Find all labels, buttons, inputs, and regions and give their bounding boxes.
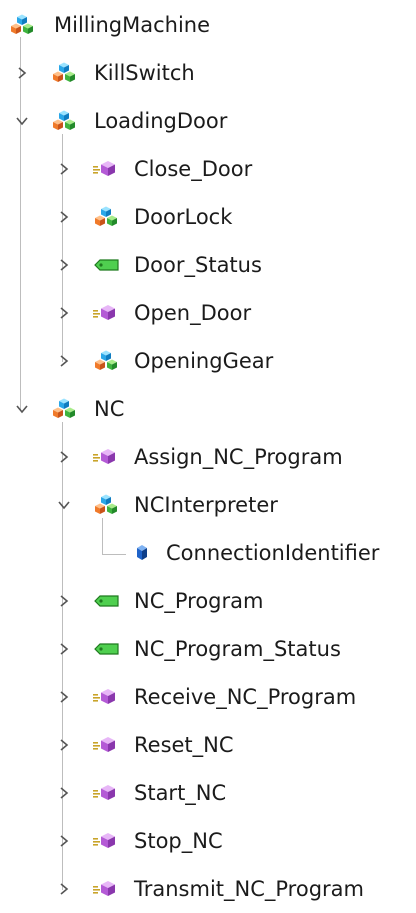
- tree-item-label: Start_NC: [134, 781, 227, 805]
- chevron-right-icon[interactable]: [56, 785, 72, 801]
- method-icon: [92, 827, 120, 855]
- method-icon: [92, 875, 120, 903]
- object-icon: [50, 107, 78, 135]
- tree-item-receive-nc-program[interactable]: Receive_NC_Program: [0, 673, 416, 721]
- tree-item-doorlock[interactable]: DoorLock: [0, 193, 416, 241]
- tree-item-nc[interactable]: NC: [0, 385, 416, 433]
- tree-item-start-nc[interactable]: Start_NC: [0, 769, 416, 817]
- tree-item-label: NC_Program: [134, 589, 264, 613]
- tree-item-millingmachine[interactable]: MillingMachine: [0, 1, 416, 49]
- tree-item-label: Close_Door: [134, 157, 253, 181]
- tree-item-label: Reset_NC: [134, 733, 234, 757]
- tree-item-transmit-nc-program[interactable]: Transmit_NC_Program: [0, 865, 416, 913]
- method-icon: [92, 155, 120, 183]
- chevron-right-icon[interactable]: [56, 209, 72, 225]
- tree-item-openinggear[interactable]: OpeningGear: [0, 337, 416, 385]
- object-icon: [92, 203, 120, 231]
- tree-item-close-door[interactable]: Close_Door: [0, 145, 416, 193]
- method-icon: [92, 779, 120, 807]
- object-icon: [92, 491, 120, 519]
- tree-item-label: Transmit_NC_Program: [134, 877, 364, 901]
- tree-item-killswitch[interactable]: KillSwitch: [0, 49, 416, 97]
- tree-item-label: Assign_NC_Program: [134, 445, 343, 469]
- chevron-right-icon[interactable]: [56, 737, 72, 753]
- chevron-right-icon[interactable]: [56, 689, 72, 705]
- variable-icon: [92, 251, 120, 279]
- chevron-right-icon[interactable]: [56, 305, 72, 321]
- chevron-down-icon[interactable]: [14, 401, 30, 417]
- chevron-right-icon[interactable]: [56, 881, 72, 897]
- tree-item-label: MillingMachine: [54, 13, 211, 37]
- variable-icon: [92, 587, 120, 615]
- tree-item-ncinterpreter[interactable]: NCInterpreter: [0, 481, 416, 529]
- tree-item-door-status[interactable]: Door_Status: [0, 241, 416, 289]
- tree-item-label: Door_Status: [134, 253, 262, 277]
- tree-item-label: OpeningGear: [134, 349, 274, 373]
- tree-item-label: LoadingDoor: [94, 109, 228, 133]
- chevron-down-icon[interactable]: [14, 113, 30, 129]
- chevron-right-icon[interactable]: [14, 65, 30, 81]
- object-icon: [92, 347, 120, 375]
- tree-item-label: ConnectionIdentifier: [166, 541, 380, 565]
- tree-item-label: KillSwitch: [94, 61, 195, 85]
- tree-item-loadingdoor[interactable]: LoadingDoor: [0, 97, 416, 145]
- tree-item-reset-nc[interactable]: Reset_NC: [0, 721, 416, 769]
- tree-item-label: NCInterpreter: [134, 493, 278, 517]
- tree-item-nc-program-status[interactable]: NC_Program_Status: [0, 625, 416, 673]
- tree-item-label: DoorLock: [134, 205, 233, 229]
- chevron-right-icon[interactable]: [56, 353, 72, 369]
- method-icon: [92, 443, 120, 471]
- chevron-right-icon[interactable]: [56, 161, 72, 177]
- tree-item-assign-nc-program[interactable]: Assign_NC_Program: [0, 433, 416, 481]
- tree-item-label: Stop_NC: [134, 829, 223, 853]
- object-tree: MillingMachine KillSwitch LoadingDoor Cl…: [0, 0, 416, 912]
- tree-item-label: Receive_NC_Program: [134, 685, 357, 709]
- chevron-right-icon[interactable]: [56, 257, 72, 273]
- tree-item-connectionidentifier[interactable]: ConnectionIdentifier: [0, 529, 416, 577]
- chevron-right-icon[interactable]: [56, 641, 72, 657]
- chevron-down-icon[interactable]: [56, 497, 72, 513]
- tree-item-nc-program[interactable]: NC_Program: [0, 577, 416, 625]
- tree-item-open-door[interactable]: Open_Door: [0, 289, 416, 337]
- method-icon: [92, 683, 120, 711]
- object-icon: [8, 11, 36, 39]
- chevron-right-icon[interactable]: [56, 593, 72, 609]
- tree-item-label: Open_Door: [134, 301, 252, 325]
- tree-item-stop-nc[interactable]: Stop_NC: [0, 817, 416, 865]
- tree-item-label: NC_Program_Status: [134, 637, 341, 661]
- method-icon: [92, 731, 120, 759]
- chevron-right-icon[interactable]: [56, 833, 72, 849]
- object-icon: [50, 59, 78, 87]
- property-icon: [128, 539, 156, 567]
- object-icon: [50, 395, 78, 423]
- method-icon: [92, 299, 120, 327]
- tree-item-label: NC: [94, 397, 125, 421]
- chevron-right-icon[interactable]: [56, 449, 72, 465]
- variable-icon: [92, 635, 120, 663]
